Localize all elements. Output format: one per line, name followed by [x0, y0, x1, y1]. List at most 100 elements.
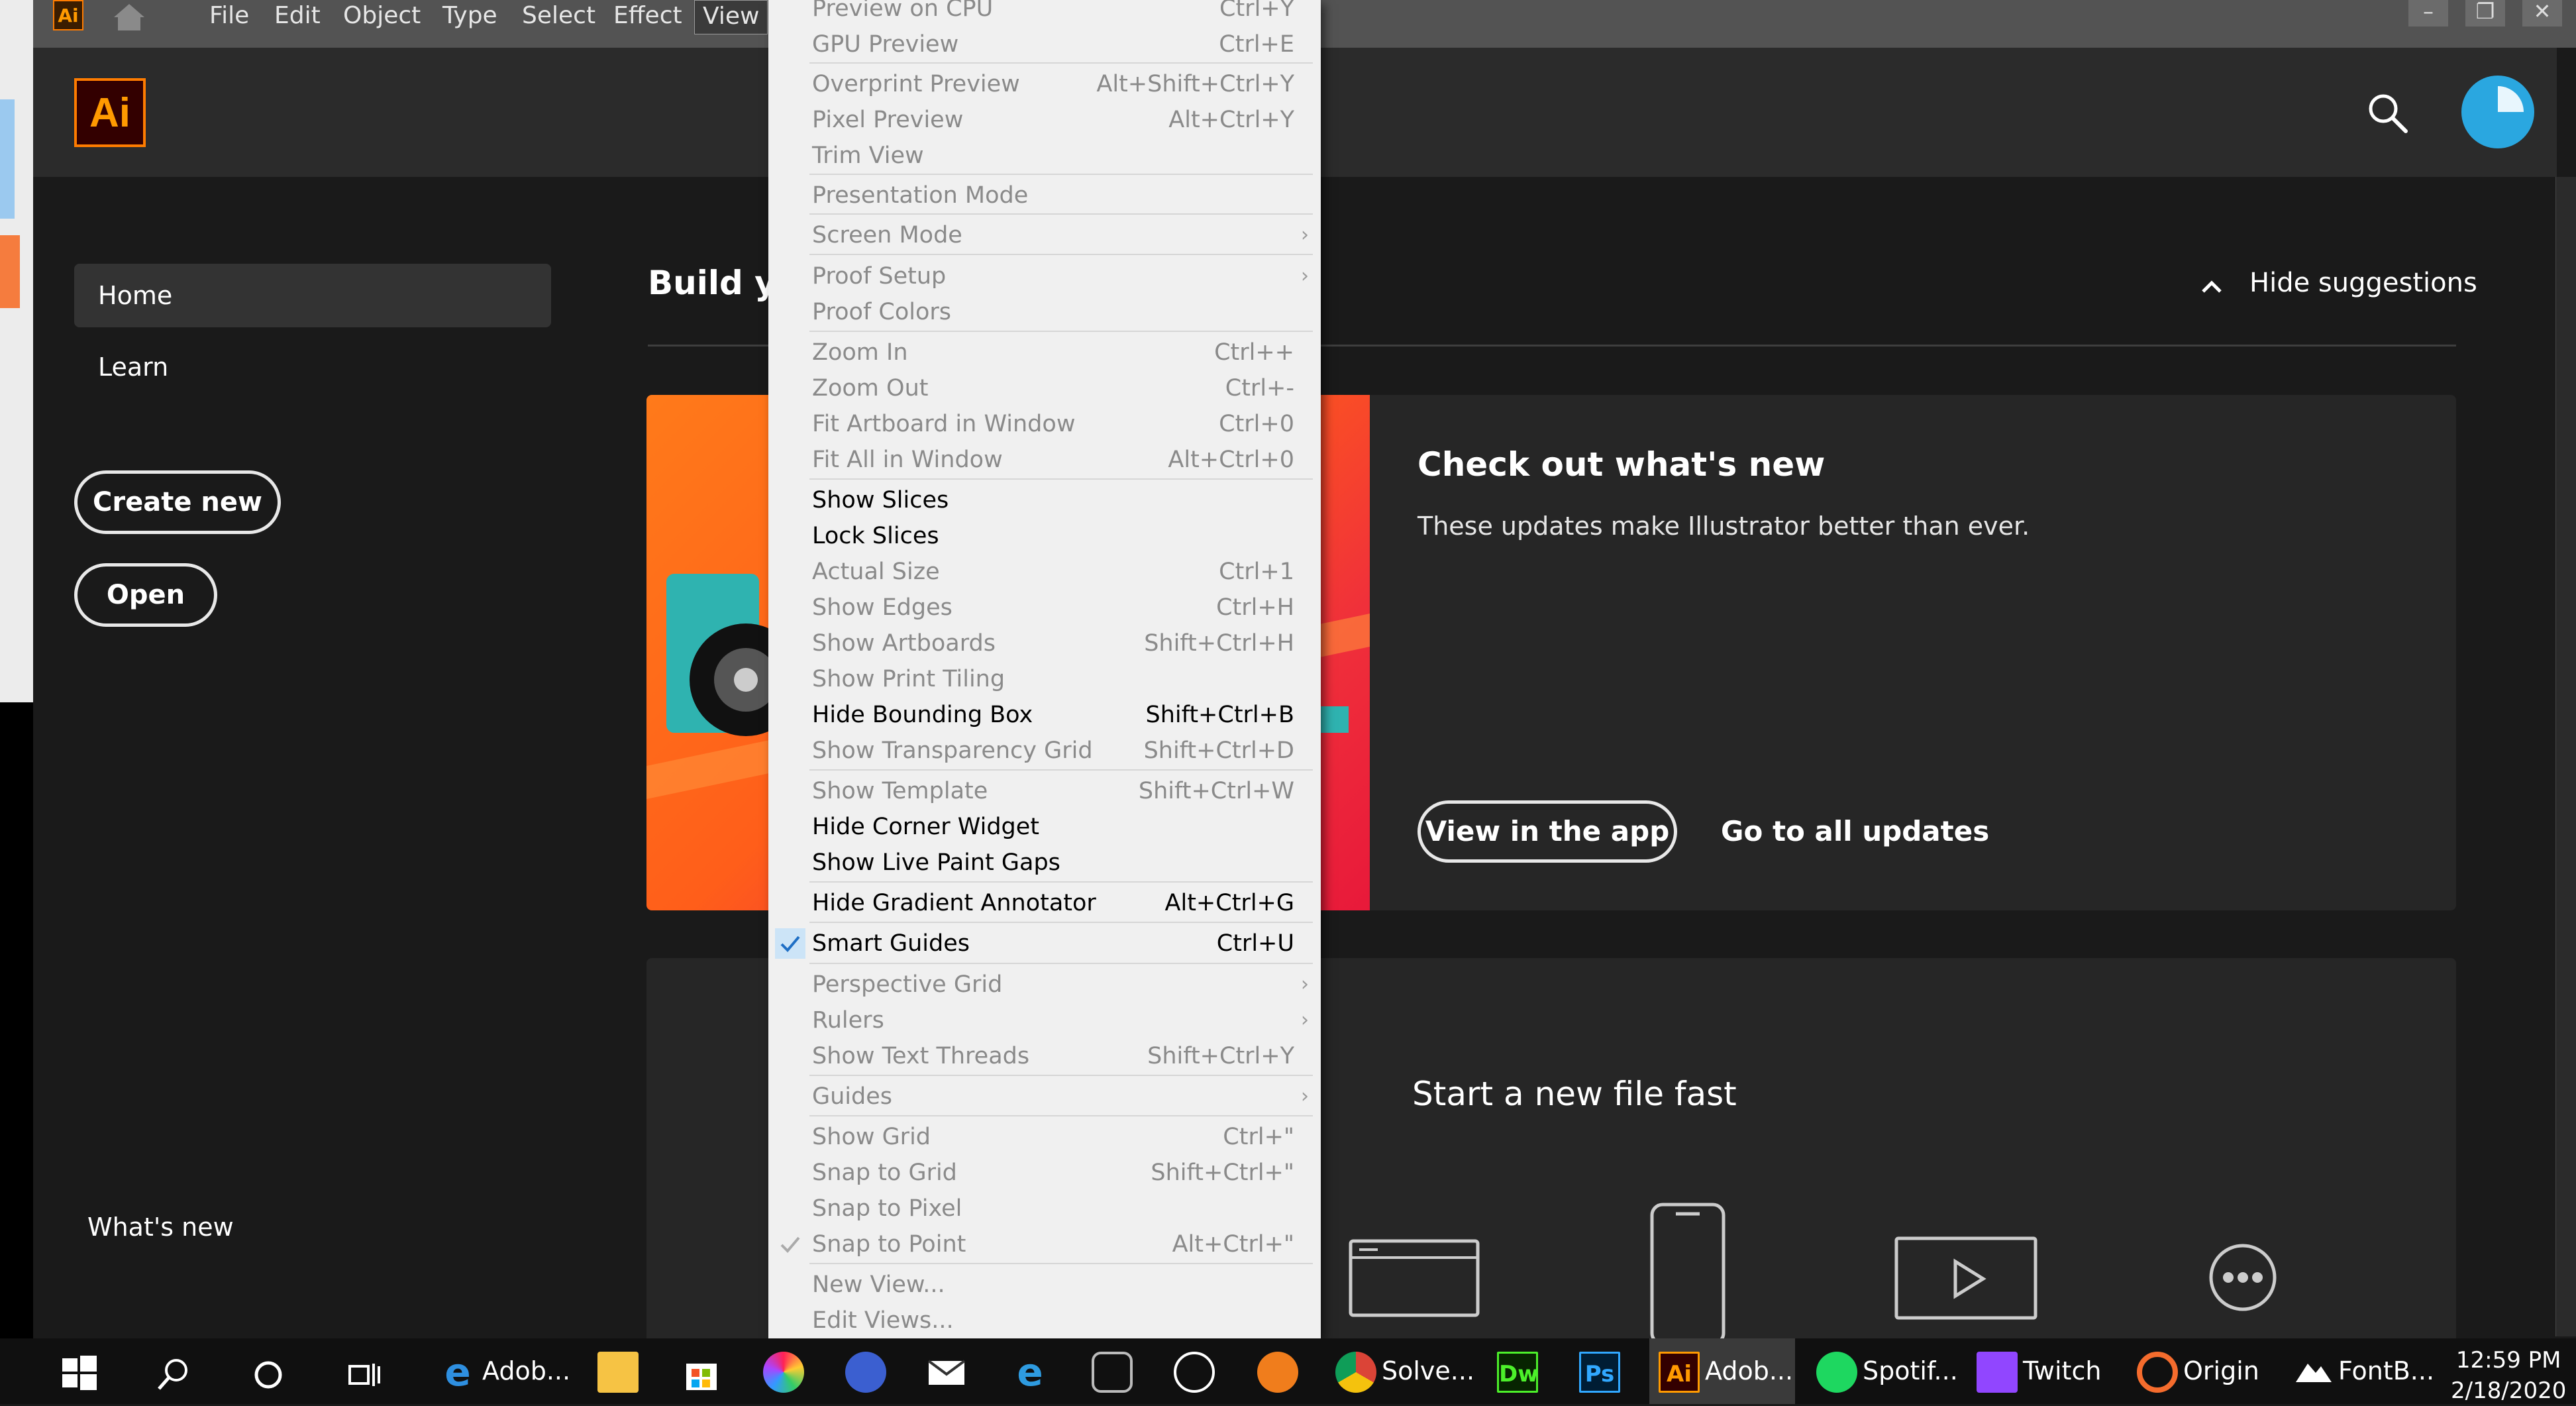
background-window-strip — [0, 0, 33, 702]
menu-item-fit-all[interactable]: Fit All in Window Alt+Ctrl+0 — [768, 442, 1321, 478]
chevron-up-icon[interactable] — [2200, 277, 2223, 297]
desktop-strip — [0, 702, 33, 1338]
submenu-arrow-icon: › — [1301, 223, 1309, 246]
menu-item-show-transparency-grid[interactable]: Show Transparency Grid Shift+Ctrl+D — [768, 733, 1321, 769]
mail-icon[interactable] — [926, 1352, 967, 1393]
restore-button[interactable]: ❐ — [2465, 0, 2505, 27]
store-icon[interactable] — [681, 1352, 722, 1393]
hide-suggestions-button[interactable]: Hide suggestions — [2249, 268, 2477, 298]
menu-edit[interactable]: Edit — [274, 0, 321, 34]
view-in-app-button[interactable]: View in the app — [1417, 800, 1677, 863]
menu-type[interactable]: Type — [442, 0, 497, 34]
menu-item-show-slices[interactable]: Show Slices — [768, 482, 1321, 518]
menu-separator — [809, 174, 1313, 175]
menu-item-snap-to-pixel[interactable]: Snap to Pixel — [768, 1191, 1321, 1226]
app-icon-blue[interactable] — [845, 1352, 886, 1393]
menu-item-pixel-preview[interactable]: Pixel Preview Alt+Ctrl+Y — [768, 102, 1321, 138]
fontbase-icon[interactable] — [2293, 1352, 2334, 1393]
menu-item-zoom-in[interactable]: Zoom In Ctrl++ — [768, 335, 1321, 370]
taskbar-chrome-label[interactable]: Solve... — [1382, 1338, 1474, 1404]
menu-item-hide-bounding-box[interactable]: Hide Bounding Box Shift+Ctrl+B — [768, 697, 1321, 733]
system-clock[interactable]: 12:59 PM 2/18/2020 — [2451, 1345, 2566, 1406]
menu-item-show-live-paint-gaps[interactable]: Show Live Paint Gaps — [768, 845, 1321, 881]
photoshop-icon[interactable]: Ps — [1579, 1352, 1620, 1393]
menu-effect[interactable]: Effect — [613, 0, 682, 34]
menu-item-gpu-preview[interactable]: GPU Preview Ctrl+E — [768, 27, 1321, 62]
taskbar-edge-label[interactable]: Adob... — [482, 1338, 570, 1404]
taskbar-twitch-label[interactable]: Twitch — [2023, 1338, 2101, 1404]
mobile-preset-icon[interactable] — [1649, 1202, 1726, 1346]
sidebar-item-learn[interactable]: Learn — [98, 352, 168, 382]
app-badge[interactable]: Ai — [53, 0, 83, 30]
more-presets-icon[interactable] — [2208, 1243, 2277, 1312]
paint-icon[interactable] — [763, 1352, 804, 1393]
avatar[interactable] — [2461, 76, 2534, 148]
obs-icon[interactable] — [1174, 1352, 1215, 1393]
menu-item-snap-to-grid[interactable]: Snap to Grid Shift+Ctrl+" — [768, 1155, 1321, 1191]
menu-file[interactable]: File — [209, 0, 249, 34]
menu-item-guides[interactable]: Guides › — [768, 1079, 1321, 1114]
menu-item-actual-size[interactable]: Actual Size Ctrl+1 — [768, 554, 1321, 590]
menu-separator — [809, 1075, 1313, 1076]
home-icon[interactable] — [111, 1, 147, 32]
taskbar-illustrator-label[interactable]: Adob... — [1705, 1338, 1793, 1404]
twitch-icon[interactable] — [1977, 1352, 2018, 1393]
menu-item-snap-to-point[interactable]: Snap to Point Alt+Ctrl+" — [768, 1226, 1321, 1262]
close-button[interactable]: ✕ — [2522, 0, 2562, 27]
menu-item-fit-artboard[interactable]: Fit Artboard in Window Ctrl+0 — [768, 406, 1321, 442]
blender-icon[interactable] — [1257, 1352, 1298, 1393]
menu-item-show-artboards[interactable]: Show Artboards Shift+Ctrl+H — [768, 625, 1321, 661]
go-to-updates-link[interactable]: Go to all updates — [1721, 815, 1989, 847]
menu-item-edit-views[interactable]: Edit Views... — [768, 1303, 1321, 1338]
menu-item-smart-guides[interactable]: Smart Guides Ctrl+U — [768, 926, 1321, 961]
file-explorer-icon[interactable] — [597, 1352, 639, 1393]
menu-item-zoom-out[interactable]: Zoom Out Ctrl+- — [768, 370, 1321, 406]
taskbar-fontbase-label[interactable]: FontB... — [2338, 1338, 2434, 1404]
menu-item-hide-gradient-annotator[interactable]: Hide Gradient Annotator Alt+Ctrl+G — [768, 885, 1321, 921]
menu-item-presentation-mode[interactable]: Presentation Mode — [768, 178, 1321, 213]
menu-item-show-template[interactable]: Show Template Shift+Ctrl+W — [768, 773, 1321, 809]
chrome-icon[interactable] — [1335, 1352, 1376, 1393]
menu-item-new-view[interactable]: New View... — [768, 1267, 1321, 1303]
menu-item-show-print-tiling[interactable]: Show Print Tiling — [768, 661, 1321, 697]
task-view-icon[interactable] — [347, 1360, 383, 1390]
taskbar-spotify-label[interactable]: Spotif... — [1863, 1338, 1958, 1404]
dreamweaver-icon[interactable]: Dw — [1497, 1352, 1539, 1393]
menu-item-preview-cpu[interactable]: Preview on CPU Ctrl+Y — [768, 0, 1321, 27]
menu-item-hide-corner-widget[interactable]: Hide Corner Widget — [768, 809, 1321, 845]
taskbar-origin-label[interactable]: Origin — [2183, 1338, 2259, 1404]
origin-icon[interactable] — [2137, 1352, 2178, 1393]
cortana-icon[interactable] — [253, 1360, 283, 1390]
sidebar-item-whats-new[interactable]: What's new — [87, 1213, 234, 1242]
scrollbar[interactable] — [2555, 177, 2576, 1336]
menu-item-proof-setup[interactable]: Proof Setup › — [768, 258, 1321, 294]
taskbar-search-icon[interactable] — [156, 1357, 191, 1391]
menu-item-trim-view[interactable]: Trim View — [768, 138, 1321, 174]
open-button[interactable]: Open — [74, 563, 217, 627]
menu-item-show-text-threads[interactable]: Show Text Threads Shift+Ctrl+Y — [768, 1038, 1321, 1074]
card-title-new-file: Start a new file fast — [1412, 1075, 1737, 1113]
menu-item-rulers[interactable]: Rulers › — [768, 1002, 1321, 1038]
illustrator-taskbar-icon[interactable]: Ai — [1659, 1352, 1700, 1393]
menu-view[interactable]: View — [694, 0, 768, 34]
menu-object[interactable]: Object — [343, 0, 421, 34]
background-window-accent-orange — [0, 235, 20, 308]
minimize-button[interactable]: – — [2408, 0, 2448, 27]
web-preset-icon[interactable] — [1349, 1239, 1480, 1317]
app-icon-gray[interactable] — [1092, 1352, 1133, 1393]
menu-item-proof-colors[interactable]: Proof Colors — [768, 294, 1321, 330]
menu-item-show-grid[interactable]: Show Grid Ctrl+" — [768, 1119, 1321, 1155]
edge-icon[interactable]: e — [437, 1352, 478, 1393]
menu-item-overprint-preview[interactable]: Overprint Preview Alt+Shift+Ctrl+Y — [768, 66, 1321, 102]
menu-select[interactable]: Select — [522, 0, 595, 34]
menu-item-perspective-grid[interactable]: Perspective Grid › — [768, 967, 1321, 1002]
menu-item-show-edges[interactable]: Show Edges Ctrl+H — [768, 590, 1321, 625]
video-preset-icon[interactable] — [1894, 1236, 2037, 1320]
windows-start-icon[interactable] — [62, 1356, 97, 1390]
menu-item-lock-slices[interactable]: Lock Slices — [768, 518, 1321, 554]
search-icon[interactable] — [2366, 91, 2408, 134]
create-new-button[interactable]: Create new — [74, 470, 281, 534]
internet-explorer-icon[interactable]: e — [1009, 1352, 1051, 1393]
spotify-icon[interactable] — [1816, 1352, 1857, 1393]
menu-item-screen-mode[interactable]: Screen Mode › — [768, 217, 1321, 253]
